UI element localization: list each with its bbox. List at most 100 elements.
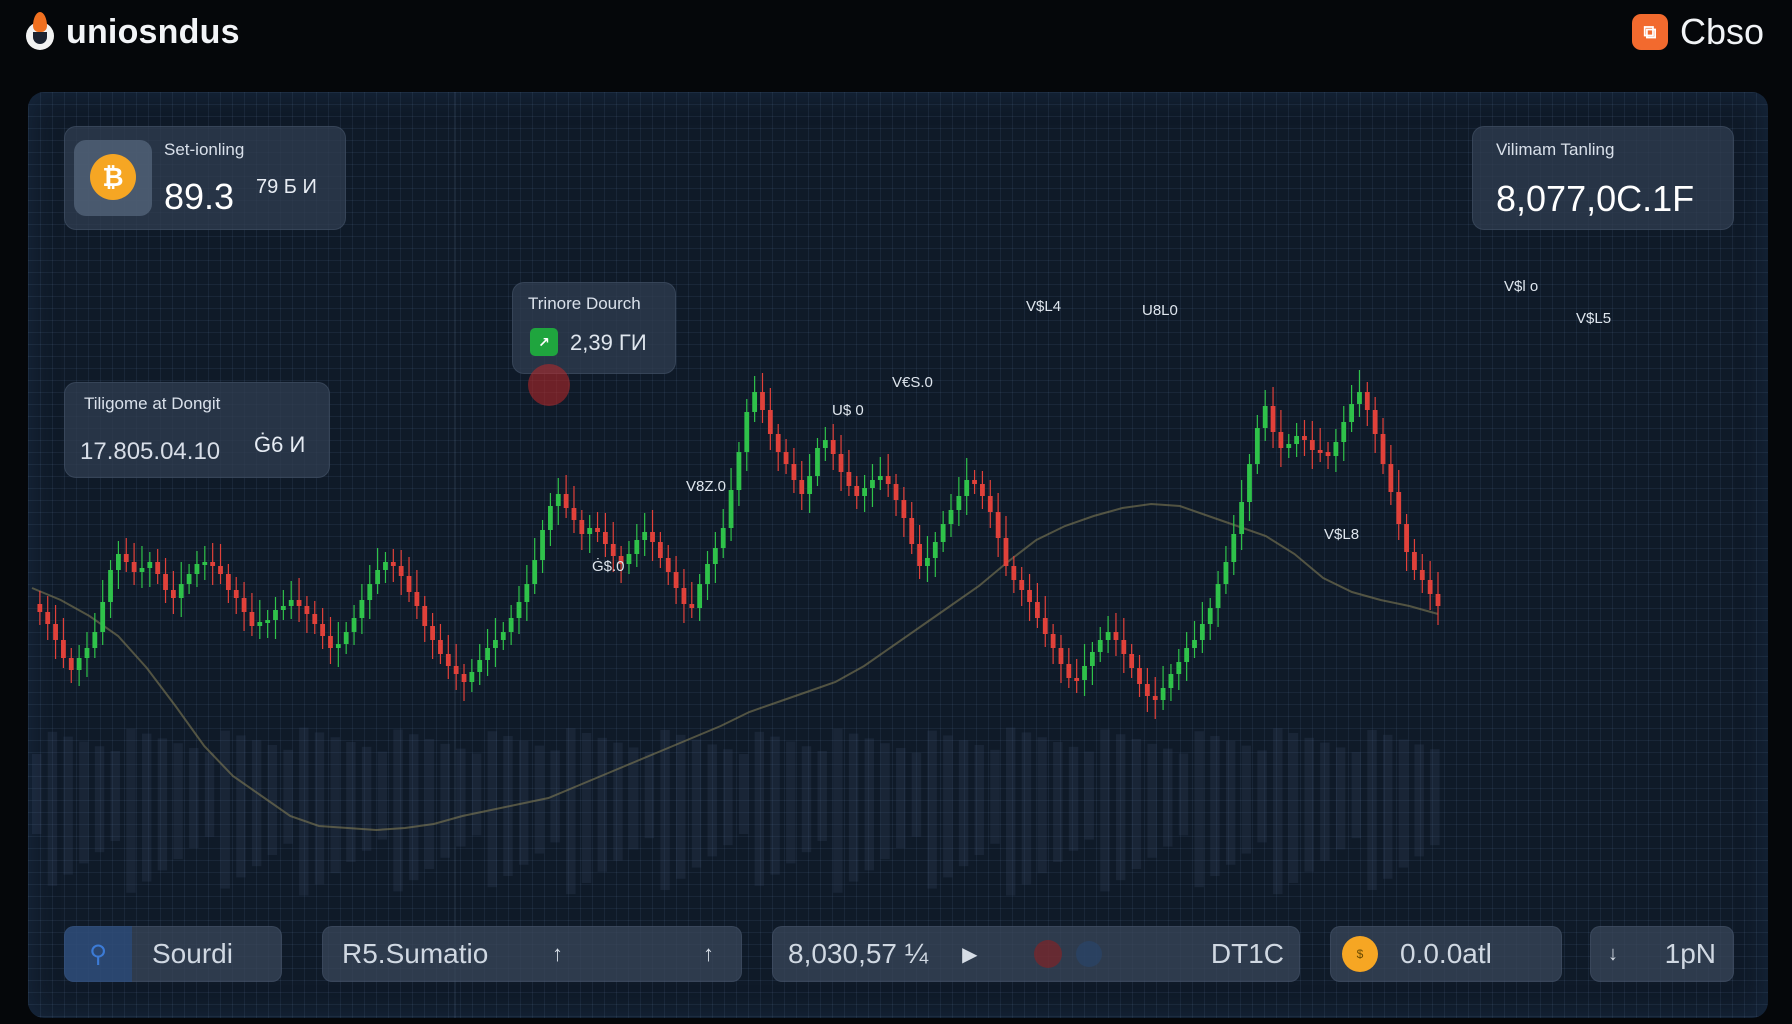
candle — [320, 608, 326, 649]
volume-bar — [581, 733, 592, 883]
stat-card-mid[interactable]: Trinore Dourch ↗ 2,39 ГИ — [512, 282, 676, 374]
candle — [37, 591, 43, 625]
candle — [1113, 613, 1119, 656]
chart-annotation: V€S.0 — [892, 374, 933, 391]
search-bar[interactable]: ⚲ Sourdi — [64, 926, 282, 982]
candle — [1278, 410, 1284, 467]
volume-bar — [613, 742, 623, 861]
search-icon: ⚲ — [64, 926, 132, 982]
candle — [1412, 539, 1417, 580]
chart-annotation: V$L8 — [1324, 526, 1360, 543]
candle — [815, 438, 820, 486]
candle — [84, 632, 90, 677]
candle — [925, 536, 930, 582]
coin-icon: $ — [1342, 936, 1378, 972]
flame-icon — [22, 12, 56, 52]
candle — [163, 558, 168, 603]
arrow-up-icon[interactable]: ↑ — [552, 941, 563, 967]
candle — [650, 510, 655, 561]
record-dot-icon[interactable] — [1033, 940, 1062, 968]
volume-bar — [1021, 732, 1032, 885]
candle — [241, 582, 247, 631]
candle — [493, 618, 498, 667]
stat-card-top-right[interactable]: Vilimam Tanling 8,077,0C.1F — [1472, 126, 1734, 230]
candle — [673, 556, 679, 604]
chart-annotation: V$L5 — [1576, 310, 1612, 327]
candle — [218, 544, 223, 584]
volume-bar — [597, 737, 607, 872]
brand-name: uniosndus — [66, 12, 240, 51]
candle — [139, 546, 145, 588]
candle — [807, 454, 813, 513]
arrow-up-icon[interactable]: ↑ — [703, 941, 714, 967]
candle — [461, 664, 467, 701]
candle — [846, 450, 852, 496]
candle — [1215, 571, 1221, 627]
stat-card-left[interactable]: Tiligome at Dongit 17.805.04.10 Ġ6 И — [64, 382, 330, 478]
volume-bar — [707, 744, 717, 857]
volume-bar — [47, 731, 58, 886]
play-icon[interactable]: ▶ — [962, 942, 977, 967]
candlestick-chart[interactable] — [28, 92, 1768, 1018]
candle — [186, 564, 192, 594]
candle — [53, 605, 58, 659]
volume-bar — [377, 751, 388, 840]
volume-bar — [204, 752, 215, 837]
volume-bar — [691, 739, 702, 868]
volume-bar — [409, 734, 419, 881]
candle — [1404, 514, 1409, 571]
candle — [885, 454, 891, 497]
volume-bar — [220, 730, 230, 889]
balance-bar[interactable]: $ 0.0.0atl — [1330, 926, 1562, 982]
candle — [414, 570, 420, 619]
volume-bar — [330, 737, 340, 874]
candle — [728, 468, 734, 541]
summary-bar[interactable]: R5.Sumatio ↑ ↑ — [322, 926, 742, 982]
candle — [1035, 583, 1040, 628]
candle — [304, 596, 310, 633]
candle — [508, 605, 514, 645]
volume-bar — [126, 728, 136, 893]
stat-value: 17.805.04.10 — [80, 438, 221, 465]
candle — [932, 532, 938, 577]
top-bar: uniosndus ⧉ Cbso — [0, 0, 1792, 64]
account-name: Cbso — [1679, 11, 1764, 52]
candle — [524, 565, 530, 621]
volume-bar — [817, 751, 827, 841]
volume-bar — [676, 734, 686, 879]
balance-value: 0.0.0atl — [1400, 938, 1492, 969]
volume-bar — [393, 729, 403, 892]
candle — [280, 590, 286, 620]
candle — [909, 502, 915, 554]
chart-annotation: U$ 0 — [832, 402, 864, 419]
volume-bar — [723, 749, 733, 846]
candle — [870, 464, 875, 507]
candle — [595, 512, 600, 542]
volume-bar — [79, 741, 89, 864]
volume-bar — [801, 746, 812, 853]
volume-bar — [833, 728, 843, 893]
volume-bar — [1241, 745, 1252, 854]
candle — [1427, 561, 1433, 610]
candle — [791, 448, 797, 493]
stat-card-top-left[interactable]: ₿ Set-ionling 89.3 79 Б И — [64, 126, 346, 230]
trend-chart-icon: ↗ — [530, 328, 558, 356]
candle — [720, 509, 726, 558]
candle — [1003, 516, 1009, 576]
candle — [1168, 664, 1174, 701]
candle — [964, 458, 970, 515]
download-bar[interactable]: ↓ 1pN — [1590, 926, 1734, 982]
account-button[interactable]: ⧉ Cbso — [1631, 11, 1764, 53]
price-bar[interactable]: 8,030,57 ¼ ▶ DT1C — [772, 926, 1300, 982]
status-dot-icon — [1075, 941, 1102, 967]
volume-bar — [911, 752, 922, 837]
candle — [1058, 635, 1064, 683]
volume-bar — [63, 736, 73, 875]
volume-bar — [1210, 736, 1220, 876]
volume-bar — [189, 748, 199, 848]
candle — [328, 617, 333, 664]
alert-marker[interactable] — [528, 364, 570, 406]
candle — [1419, 554, 1425, 593]
volume-bar — [660, 730, 670, 890]
brand[interactable]: uniosndus — [22, 12, 240, 52]
